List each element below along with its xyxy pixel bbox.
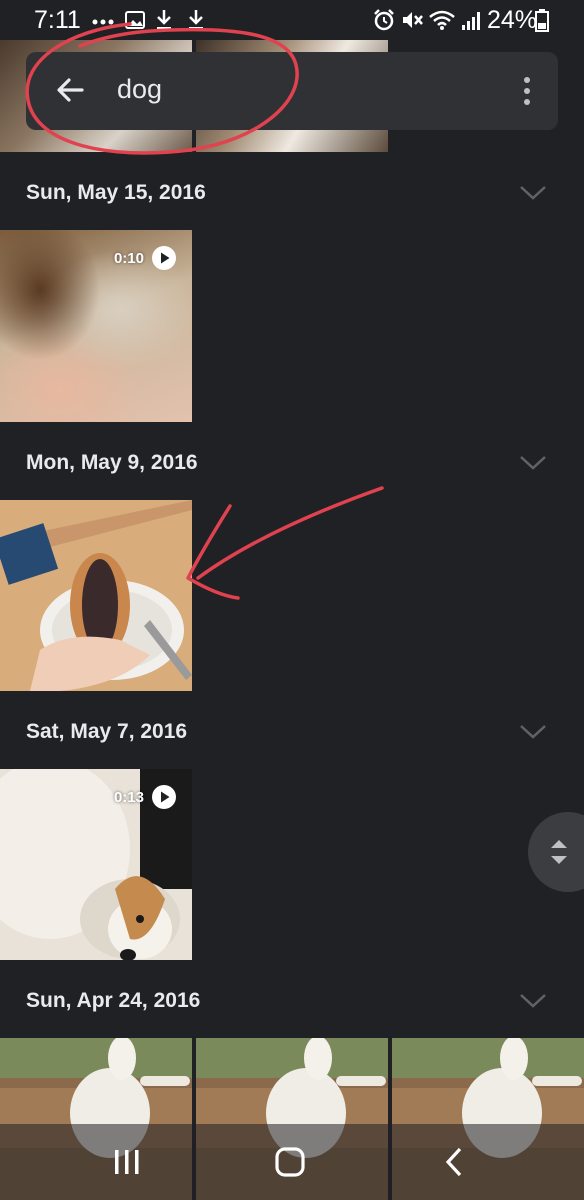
recent-apps-icon[interactable] [112, 1148, 142, 1176]
date-header: Sun, May 15, 2016 [26, 181, 206, 204]
more-dots-icon [92, 19, 114, 25]
home-icon[interactable] [274, 1146, 306, 1178]
download-icon [189, 10, 203, 30]
status-time: 7:11 [34, 6, 81, 34]
chevron-down-icon[interactable] [518, 721, 548, 741]
alarm-icon [374, 9, 394, 31]
signal-icon [462, 12, 480, 30]
search-bar[interactable]: dog [26, 52, 558, 130]
battery-icon [535, 9, 549, 32]
fast-scroll-handle[interactable] [528, 812, 584, 892]
chevron-down-icon[interactable] [518, 990, 548, 1010]
image-icon [125, 11, 145, 29]
wifi-icon [429, 10, 455, 30]
video-badge: 0:10 [114, 246, 176, 270]
chevron-down-icon[interactable] [518, 452, 548, 472]
search-query-text[interactable]: dog [117, 74, 162, 105]
video-duration: 0:13 [113, 788, 144, 806]
date-header: Sun, Apr 24, 2016 [26, 989, 201, 1012]
status-bar: 7:11 24% [0, 0, 584, 40]
battery-percent: 24% [487, 6, 538, 34]
mute-icon [403, 12, 423, 28]
photo-thumbnail[interactable] [0, 500, 192, 691]
download-icon [157, 10, 171, 30]
arrow-annotation [186, 486, 384, 600]
scroll-arrows-icon [551, 840, 567, 864]
play-icon [152, 785, 176, 809]
video-thumbnail[interactable]: 0:10 [0, 230, 192, 422]
play-icon [152, 246, 176, 270]
date-header: Sat, May 7, 2016 [26, 720, 188, 743]
chevron-down-icon[interactable] [518, 182, 548, 202]
video-duration: 0:10 [113, 249, 144, 267]
arrow-left-icon[interactable] [54, 74, 86, 106]
video-thumbnail[interactable]: 0:13 [0, 769, 192, 960]
navigation-bar [0, 1124, 584, 1200]
back-nav-icon[interactable] [442, 1146, 466, 1178]
date-header: Mon, May 9, 2016 [26, 451, 198, 474]
video-badge: 0:13 [114, 785, 176, 809]
more-vert-icon[interactable] [510, 74, 544, 108]
hotdog-photo [0, 500, 192, 691]
